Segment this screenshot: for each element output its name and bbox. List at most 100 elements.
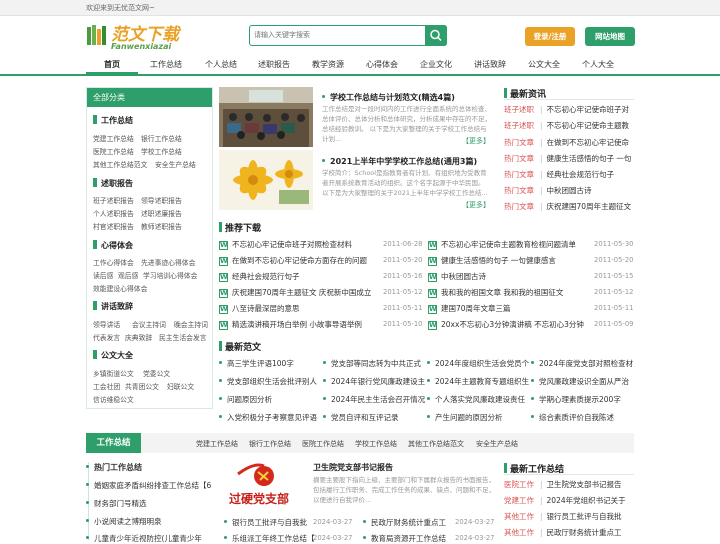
essay-item[interactable]: 党风廉政建设识全面从严治	[531, 376, 629, 387]
essay-item[interactable]: 党员自评和互评记录	[323, 412, 399, 423]
sidebar-link[interactable]: 民主生活会发言	[159, 332, 207, 342]
essay-item[interactable]: 产生问题的原因分析	[427, 412, 503, 423]
sidebar-link[interactable]: 领导讲话	[93, 319, 120, 329]
sidebar-link[interactable]: 观后感	[118, 270, 138, 280]
sidebar-link[interactable]: 其他工作总结范文	[93, 159, 147, 169]
sidebar-link[interactable]: 村官述职报告	[93, 221, 134, 231]
sidebar-link[interactable]: 先进事迹心得体会	[141, 257, 195, 267]
nav-teaching[interactable]: 教学资源	[312, 59, 344, 70]
sidebar-link[interactable]: 乡镇街道公文	[93, 368, 134, 378]
flower-thumbnail[interactable]	[219, 150, 313, 210]
download-item[interactable]: W 中秋团圆古诗	[428, 271, 486, 282]
essay-item[interactable]: 党支部组织生活会批评别人	[219, 376, 317, 387]
sidebar-link[interactable]: 党建工作总结	[93, 133, 134, 143]
bank-list-item[interactable]: 银行员工批评与自我批	[224, 517, 307, 528]
summary-item[interactable]: 其他工作 | 银行员工批评与自我批	[504, 511, 622, 522]
sidebar-link[interactable]: 共青团公文	[125, 381, 159, 391]
download-item[interactable]: W 我和我的祖国文章 我和我的祖国征文	[428, 287, 563, 298]
sitemap-button[interactable]: 网站地图	[585, 27, 635, 46]
essay-item[interactable]: 2024年民主生活会召开情况	[323, 394, 425, 405]
featured-title-1[interactable]: 学校工作总结与计划范文(精选4篇)	[322, 92, 455, 103]
essay-item[interactable]: 高三学生评语100字	[219, 358, 294, 369]
sidebar-link[interactable]: 银行工作总结	[141, 133, 182, 143]
sidebar-link[interactable]: 学习培训心得体会	[143, 270, 197, 280]
nav-documents[interactable]: 公文大全	[528, 59, 560, 70]
nav-culture[interactable]: 企业文化	[420, 59, 452, 70]
category-speech[interactable]: 讲话致辞	[93, 301, 133, 312]
site-logo[interactable]: 范文下载 Fanwenxiazai	[86, 20, 182, 54]
sidebar-link[interactable]: 工会社团	[93, 381, 120, 391]
download-item[interactable]: W 不忘初心牢记使命主题教育检视问题清单	[428, 239, 576, 250]
download-item[interactable]: W 在做到不忘初心牢记使命方面存在的问题	[219, 255, 367, 266]
section-link[interactable]: 学校工作总结	[355, 439, 397, 449]
news-item[interactable]: 热门文章 | 在做到不忘初心牢记使命	[504, 137, 629, 148]
section-link[interactable]: 医院工作总结	[302, 439, 344, 449]
download-item[interactable]: W 八至诗最深层的意思	[219, 303, 300, 314]
hot-summary-item[interactable]: 婚姻家庭矛盾纠纷排查工作总结【6	[86, 480, 211, 491]
section-label[interactable]: 工作总结	[86, 433, 141, 453]
download-item[interactable]: W 建国70周年文章三篇	[428, 303, 511, 314]
section-link[interactable]: 其他工作总结范文	[408, 439, 464, 449]
news-item[interactable]: 热门文章 | 中秋团圆古诗	[504, 185, 592, 196]
download-item[interactable]: W 经典社会规范行句子	[219, 271, 300, 282]
news-item[interactable]: 热门文章 | 经典社会规范行句子	[504, 169, 614, 180]
section-link[interactable]: 银行工作总结	[249, 439, 291, 449]
sidebar-link[interactable]: 学校工作总结	[141, 146, 182, 156]
featured-more-1[interactable]: 【更多】	[462, 136, 490, 146]
news-item[interactable]: 热门文章 | 庆祝建国70周年主题征文	[504, 201, 631, 212]
hot-summary-item[interactable]: 财务部门号精选	[86, 498, 147, 509]
essay-item[interactable]: 党支部等同志转为中共正式	[323, 358, 421, 369]
sidebar-link[interactable]: 班子述职报告	[93, 195, 134, 205]
essay-item[interactable]: 2024年度组织生活会党员个	[427, 358, 529, 369]
essay-item[interactable]: 问题原因分析	[219, 394, 272, 405]
sidebar-link[interactable]: 妇联公文	[167, 381, 194, 391]
classroom-thumbnail[interactable]	[219, 87, 313, 147]
featured-title-2[interactable]: 2021上半年中学学校工作总结(通用3篇)	[322, 156, 477, 167]
essay-item[interactable]: 学期心理素质提示200字	[531, 394, 621, 405]
featured-more-2[interactable]: 【更多】	[462, 200, 490, 210]
bank-list-item[interactable]: 教育局资源开工作总结	[363, 533, 446, 544]
nav-work-summary[interactable]: 工作总结	[150, 59, 182, 70]
sidebar-link[interactable]: 晚会主持词	[174, 319, 208, 329]
nav-home[interactable]: 首页	[104, 59, 120, 70]
news-item[interactable]: 班子述职 | 不忘初心牢记使命班子对	[504, 104, 629, 115]
category-experience[interactable]: 心得体会	[93, 240, 133, 251]
category-documents[interactable]: 公文大全	[93, 350, 133, 361]
sidebar-link[interactable]: 效能建设心得体会	[93, 283, 147, 293]
sidebar-link[interactable]: 医院工作总结	[93, 146, 134, 156]
sidebar-link[interactable]: 安全生产总结	[155, 159, 196, 169]
sidebar-link[interactable]: 教师述职报告	[141, 221, 182, 231]
nav-personal-summary[interactable]: 个人总结	[205, 59, 237, 70]
nav-speech[interactable]: 讲话致辞	[474, 59, 506, 70]
section-link[interactable]: 党建工作总结	[196, 439, 238, 449]
login-button[interactable]: 登录/注册	[525, 27, 575, 46]
sidebar-link[interactable]: 党委公文	[143, 368, 170, 378]
category-report[interactable]: 述职报告	[93, 178, 133, 189]
sidebar-link[interactable]: 代表发言	[93, 332, 120, 342]
nav-report[interactable]: 述职报告	[258, 59, 290, 70]
essay-item[interactable]: 综合素质评价自我陈述	[531, 412, 614, 423]
bank-list-item[interactable]: 乐组派工年终工作总结【	[224, 533, 315, 544]
essay-item[interactable]: 入党积极分子考察意见评语	[219, 412, 317, 423]
category-work-summary[interactable]: 工作总结	[93, 115, 133, 126]
sidebar-link[interactable]: 领导述职报告	[141, 195, 182, 205]
hot-summary-item[interactable]: 小说阅读之博翔明泉	[86, 516, 162, 527]
download-item[interactable]: W 庆祝建国70周年主题征文 庆祝新中国成立	[219, 287, 371, 298]
hot-summary-item[interactable]: 儿童青少年近视防控(儿童青少年	[86, 533, 202, 544]
sidebar-link[interactable]: 个人述职报告	[93, 208, 134, 218]
download-item[interactable]: W 健康生活感悟的句子 一句健康感言	[428, 255, 556, 266]
bank-list-item[interactable]: 民政厅财务统计重点工	[363, 517, 446, 528]
sidebar-link[interactable]: 庆典致辞	[125, 332, 152, 342]
download-item[interactable]: W 不忘初心牢记使命班子对照检查材料	[219, 239, 352, 250]
nav-personal[interactable]: 个人大全	[582, 59, 614, 70]
download-item[interactable]: W 精选演讲稿开场白举例 小故事导语举例	[219, 319, 362, 330]
summary-item[interactable]: 医院工作 | 卫生院党支部书记报告	[504, 479, 622, 490]
section-link[interactable]: 安全生产总结	[476, 439, 518, 449]
sidebar-link[interactable]: 工作心得体会	[93, 257, 134, 267]
summary-item[interactable]: 其他工作 | 民政厅财务统计重点工	[504, 527, 622, 538]
search-button[interactable]	[425, 25, 447, 46]
sidebar-link[interactable]: 信访维稳公文	[93, 394, 134, 404]
news-item[interactable]: 热门文章 | 健康生活感悟的句子 一句	[504, 153, 631, 164]
sidebar-link[interactable]: 读后感	[93, 270, 113, 280]
summary-item[interactable]: 党建工作 | 2024年党组织书记关于	[504, 495, 626, 506]
